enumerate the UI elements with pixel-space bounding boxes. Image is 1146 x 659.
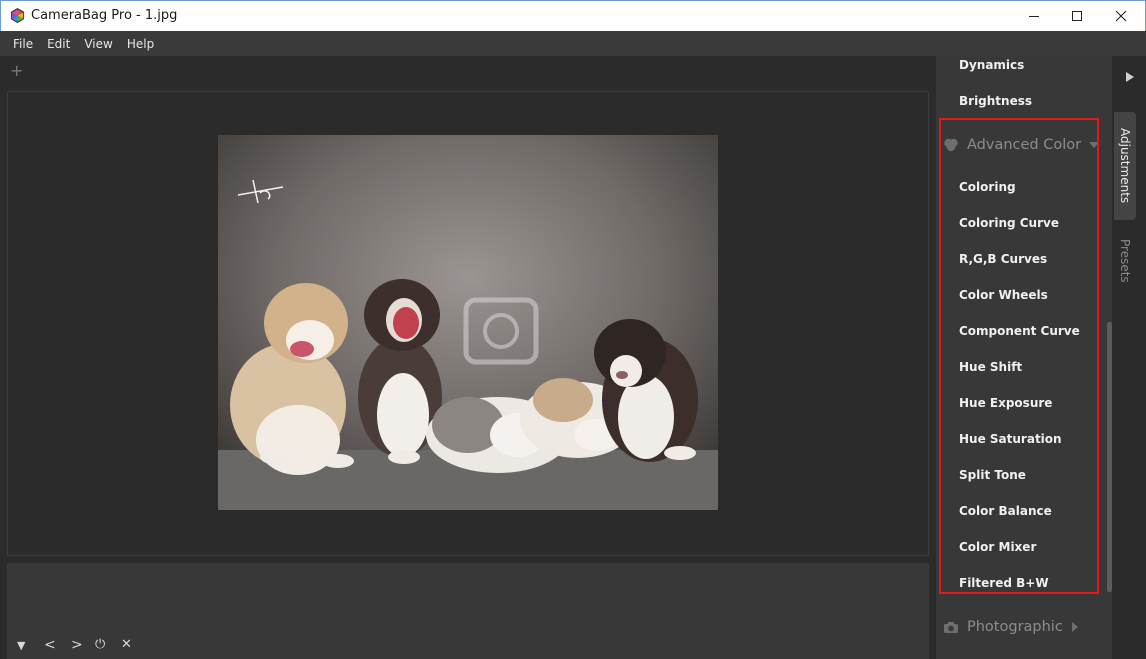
expand-panel-icon[interactable]	[1126, 72, 1134, 82]
adjustment-dynamics[interactable]: Dynamics	[959, 58, 1024, 72]
menu-bar: File Edit View Help	[0, 31, 1146, 56]
tab-presets[interactable]: Presets	[1114, 226, 1136, 296]
highlight-annotation-box	[939, 118, 1099, 594]
menu-edit[interactable]: Edit	[40, 37, 77, 51]
camera-icon	[944, 621, 958, 633]
collapse-filmstrip-button[interactable]: ▼	[17, 639, 25, 652]
workspace: + ▼ < > ⏻ ✕	[0, 56, 936, 659]
maximize-icon	[1072, 11, 1082, 21]
section-photographic-label: Photographic	[967, 619, 1063, 635]
maximize-button[interactable]	[1054, 1, 1100, 31]
photo-preview	[218, 135, 718, 510]
puppies-photo-image	[218, 135, 718, 510]
tab-adjustments[interactable]: Adjustments	[1114, 112, 1136, 220]
minimize-button[interactable]	[1011, 1, 1057, 31]
previous-image-button[interactable]: <	[44, 637, 56, 653]
power-icon[interactable]: ⏻	[95, 637, 105, 652]
tab-adjustments-label: Adjustments	[1118, 128, 1132, 204]
adjustments-panel: Dynamics Brightness Advanced Color Color…	[936, 56, 1112, 659]
app-logo-icon	[10, 8, 25, 23]
menu-file[interactable]: File	[6, 37, 40, 51]
close-button[interactable]	[1098, 1, 1144, 31]
chevron-right-icon	[1071, 622, 1078, 632]
image-canvas[interactable]	[7, 91, 929, 556]
side-tabs: Adjustments Presets	[1112, 56, 1146, 659]
tab-presets-label: Presets	[1118, 239, 1132, 283]
next-image-button[interactable]: >	[71, 637, 83, 653]
close-icon	[1115, 10, 1127, 22]
adjustment-brightness[interactable]: Brightness	[959, 94, 1032, 108]
title-bar: CameraBag Pro - 1.jpg	[0, 0, 1146, 31]
remove-image-button[interactable]: ✕	[121, 637, 132, 652]
filmstrip: ▼ < > ⏻ ✕	[7, 563, 929, 659]
minimize-icon	[1029, 16, 1039, 17]
menu-help[interactable]: Help	[120, 37, 161, 51]
window-title: CameraBag Pro - 1.jpg	[31, 8, 178, 23]
section-photographic[interactable]: Photographic	[943, 619, 1079, 635]
menu-view[interactable]: View	[77, 37, 119, 51]
add-tab-button[interactable]: +	[10, 61, 23, 80]
